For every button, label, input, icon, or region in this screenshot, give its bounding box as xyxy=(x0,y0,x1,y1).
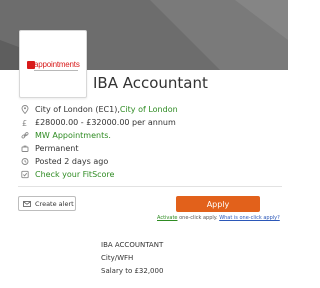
contract-text: Permanent xyxy=(35,144,79,153)
create-alert-button[interactable]: Create alert xyxy=(18,196,76,211)
section-divider xyxy=(18,186,282,187)
location-text: City of London (EC1), xyxy=(35,105,120,114)
fitscore-link[interactable]: Check your FitScore xyxy=(35,170,114,179)
location-pin-icon xyxy=(20,105,29,114)
description-line-3: Salary to £32,000 xyxy=(101,267,164,275)
location-link[interactable]: City of London xyxy=(120,105,178,114)
create-alert-label: Create alert xyxy=(35,199,74,208)
job-description: IBA ACCOUNTANT City/WFH Salary to £32,00… xyxy=(101,241,163,280)
description-line-2: City/WFH xyxy=(101,254,134,262)
location-row: City of London (EC1), City of London xyxy=(20,103,280,116)
briefcase-icon xyxy=(20,144,29,153)
clock-icon xyxy=(20,157,29,166)
logo-tagline xyxy=(34,70,78,71)
job-details: City of London (EC1), City of London £ £… xyxy=(20,103,280,181)
activate-link[interactable]: Activate xyxy=(157,215,178,221)
company-row: MW Appointments. xyxy=(20,129,280,142)
logo-text: appointments xyxy=(34,60,80,69)
posted-text: Posted 2 days ago xyxy=(35,157,109,166)
job-title: IBA Accountant xyxy=(93,74,208,92)
svg-text:£: £ xyxy=(22,119,27,127)
company-logo[interactable]: appointments xyxy=(19,30,87,98)
note-middle-text: one-click apply. xyxy=(177,215,220,221)
posted-row: Posted 2 days ago xyxy=(20,155,280,168)
description-line-1: IBA ACCOUNTANT xyxy=(101,241,164,249)
salary-row: £ £28000.00 - £32000.00 per annum xyxy=(20,116,280,129)
fitscore-row: Check your FitScore xyxy=(20,168,280,181)
pound-icon: £ xyxy=(20,118,29,127)
what-is-one-click-link[interactable]: What is one-click apply? xyxy=(219,215,280,221)
apply-button[interactable]: Apply xyxy=(176,196,260,212)
company-link[interactable]: MW Appointments. xyxy=(35,131,111,140)
envelope-icon xyxy=(23,200,31,207)
salary-text: £28000.00 - £32000.00 per annum xyxy=(35,118,176,127)
apply-label: Apply xyxy=(206,199,230,209)
link-icon xyxy=(20,131,29,140)
check-icon xyxy=(20,170,29,179)
contract-row: Permanent xyxy=(20,142,280,155)
one-click-apply-note: Activate one-click apply. What is one-cl… xyxy=(157,215,280,221)
